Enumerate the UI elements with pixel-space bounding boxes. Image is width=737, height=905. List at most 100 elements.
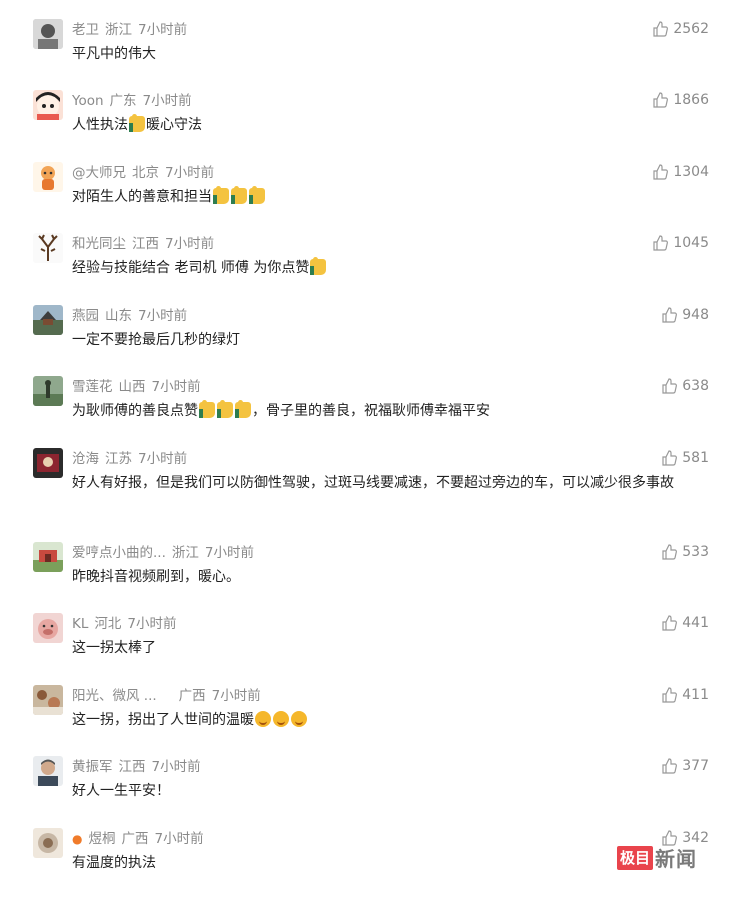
user-avatar[interactable] <box>33 162 63 192</box>
timestamp: 7小时前 <box>165 236 215 252</box>
like-count: 2562 <box>673 21 709 37</box>
comment-meta: 老卫 浙江 7小时前 <box>72 21 193 39</box>
timestamp: 7小时前 <box>165 165 215 181</box>
comment-item: 和光同尘 江西 7小时前 1045 经验与技能结合 老司机 师傅 为你点赞 <box>0 233 737 277</box>
comment-text: 昨晚抖音视频刷到，暖心。 <box>72 569 240 585</box>
comment-text: 人性执法 暖心守法 <box>72 114 710 136</box>
comment-item: Yoon 广东 7小时前 1866 人性执法 暖心守法 <box>0 90 737 134</box>
comment-item: KL 河北 7小时前 441 这一拐太棒了 <box>0 613 737 657</box>
thumbs-up-emoji-icon <box>217 400 233 418</box>
user-avatar[interactable] <box>33 685 63 715</box>
username[interactable]: 煜桐 <box>88 831 115 847</box>
comment-text: 对陌生人的善意和担当 <box>72 186 710 208</box>
comment-text-part: ，骨子里的善良，祝福耿师傅幸福平安 <box>252 403 490 419</box>
comment-meta: Yoon 广东 7小时前 <box>72 92 198 110</box>
watermark-box: 极目 <box>617 845 654 870</box>
thumbs-up-icon <box>653 164 669 180</box>
comment-text-part: 暖心守法 <box>146 117 202 133</box>
username[interactable]: 和光同尘 <box>72 236 126 252</box>
comment-item: 燕园 山东 7小时前 948 一定不要抢最后几秒的绿灯 <box>0 305 737 349</box>
like-button[interactable]: 1866 <box>652 91 709 109</box>
thumbs-up-emoji-icon <box>249 186 265 204</box>
thumbs-up-icon <box>662 307 678 323</box>
comment-item: 雪莲花 山西 7小时前 638 为耿师傅的善良点赞 ，骨子里的善良，祝福耿师傅幸福平安 <box>0 376 737 420</box>
timestamp: 7小时前 <box>142 93 192 109</box>
timestamp: 7小时前 <box>127 616 177 632</box>
comment-item: @大师兄 北京 7小时前 1304 对陌生人的善意和担当 <box>0 162 737 206</box>
thumbs-up-emoji-icon <box>235 400 251 418</box>
username[interactable]: 燕园 <box>72 308 99 324</box>
region: 江苏 <box>105 451 132 467</box>
user-avatar[interactable] <box>33 305 63 335</box>
thumbs-up-emoji-icon <box>129 114 145 132</box>
comment-text: 这一拐，拐出了人世间的温暖 <box>72 709 710 731</box>
user-avatar[interactable] <box>33 19 63 49</box>
like-count: 638 <box>682 378 709 394</box>
comment-text-part: 经验与技能结合 老司机 师傅 为你点赞 <box>72 260 310 276</box>
like-count: 581 <box>682 450 709 466</box>
like-button[interactable]: 1045 <box>652 234 709 252</box>
username[interactable]: 沧海 <box>72 451 99 467</box>
user-avatar[interactable] <box>33 756 63 786</box>
thumbs-up-icon <box>662 378 678 394</box>
timestamp: 7小时前 <box>151 759 201 775</box>
comment-text: 好人有好报，但是我们可以防御性驾驶，过斑马线要减速，不要超过旁边的车，可以减少很… <box>72 475 674 491</box>
user-avatar[interactable] <box>33 613 63 643</box>
thumbs-up-icon <box>662 544 678 560</box>
like-count: 1866 <box>673 92 709 108</box>
like-button[interactable]: 411 <box>661 686 709 704</box>
comment-text: 一定不要抢最后几秒的绿灯 <box>72 332 240 348</box>
thumbs-up-icon <box>653 235 669 251</box>
comment-text: 平凡中的伟大 <box>72 46 156 62</box>
timestamp: 7小时前 <box>154 831 204 847</box>
comment-text: 经验与技能结合 老司机 师傅 为你点赞 <box>72 257 710 279</box>
region: 山东 <box>105 308 132 324</box>
username[interactable]: 老卫 <box>72 22 99 38</box>
user-avatar[interactable] <box>33 828 63 858</box>
like-button[interactable]: 533 <box>661 543 709 561</box>
comment-meta: 阳光、微风 ... 广西 7小时前 <box>72 687 267 705</box>
thumbs-up-icon <box>662 450 678 466</box>
like-count: 377 <box>682 758 709 774</box>
fire-icon: ● <box>72 832 83 846</box>
user-avatar[interactable] <box>33 542 63 572</box>
username[interactable]: 黄振军 <box>72 759 113 775</box>
comment-meta: 爱哼点小曲的... 浙江 7小时前 <box>72 544 260 562</box>
user-avatar[interactable] <box>33 448 63 478</box>
username[interactable]: 雪莲花 <box>72 379 113 395</box>
grin-emoji-icon <box>255 711 271 727</box>
like-button[interactable]: 638 <box>661 377 709 395</box>
region: 江西 <box>132 236 159 252</box>
region: 江西 <box>118 759 146 775</box>
username[interactable]: Yoon <box>72 93 104 109</box>
like-button[interactable]: 948 <box>661 306 709 324</box>
like-count: 441 <box>682 615 709 631</box>
comment-meta: 沧海 江苏 7小时前 <box>72 450 193 468</box>
comment-text: 这一拐太棒了 <box>72 640 156 656</box>
user-avatar[interactable] <box>33 90 63 120</box>
like-button[interactable]: 441 <box>661 614 709 632</box>
comment-item: 沧海 江苏 7小时前 581 好人有好报，但是我们可以防御性驾驶，过斑马线要减速，不… <box>0 448 737 514</box>
user-avatar[interactable] <box>33 376 63 406</box>
like-button[interactable]: 1304 <box>652 163 709 181</box>
like-button[interactable]: 581 <box>661 449 709 467</box>
region: 北京 <box>132 165 159 181</box>
thumbs-up-emoji-icon <box>231 186 247 204</box>
comment-meta: KL 河北 7小时前 <box>72 615 182 633</box>
thumbs-up-emoji-icon <box>199 400 215 418</box>
username[interactable]: 阳光、微风 ... <box>72 688 157 704</box>
user-avatar[interactable] <box>33 233 63 263</box>
username[interactable]: @大师兄 <box>72 165 126 181</box>
comment-text: 有温度的执法 <box>72 855 156 871</box>
like-button[interactable]: 377 <box>661 757 709 775</box>
comment-item: 阳光、微风 ... 广西 7小时前 411 这一拐，拐出了人世间的温暖 <box>0 685 737 729</box>
username[interactable]: KL <box>72 616 88 632</box>
like-button[interactable]: 2562 <box>652 20 709 38</box>
comment-meta: 雪莲花 山西 7小时前 <box>72 378 207 396</box>
like-count: 533 <box>682 544 709 560</box>
region: 浙江 <box>105 22 132 38</box>
like-count: 1045 <box>673 235 709 251</box>
thumbs-up-icon <box>662 615 678 631</box>
username[interactable]: 爱哼点小曲的... <box>72 545 166 561</box>
region: 广东 <box>109 93 137 109</box>
